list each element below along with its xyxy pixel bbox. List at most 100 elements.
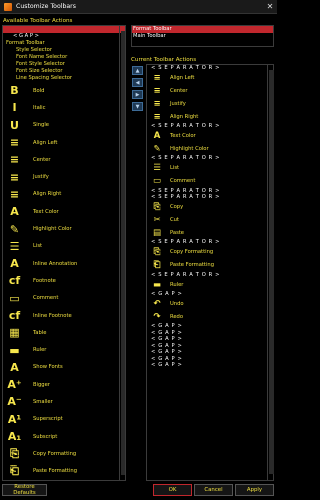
left-scrollbar[interactable] xyxy=(119,25,125,481)
redo-icon: ↷ xyxy=(153,311,161,322)
action-label: Comment xyxy=(33,295,59,302)
available-actions-list[interactable]: < G A P > Format Toolbar Style Selector F… xyxy=(2,25,126,481)
available-action-item[interactable]: I Italic xyxy=(3,99,125,116)
align-left-icon: ≡ xyxy=(9,136,20,150)
selector-item[interactable]: Style Selector xyxy=(3,47,125,54)
available-action-item[interactable]: ≡ Align Left xyxy=(3,134,125,151)
action-label: Align Left xyxy=(170,74,195,81)
action-label: Bigger xyxy=(33,381,50,388)
available-action-item[interactable]: ☰ List xyxy=(3,238,125,255)
action-label: Highlight Color xyxy=(33,226,72,233)
selector-item[interactable]: Font Size Selector xyxy=(3,68,125,75)
align-left-icon: ≡ xyxy=(153,72,161,83)
current-action-item[interactable]: ≡ Align Right xyxy=(147,110,273,123)
available-action-item[interactable]: A¹ Superscript xyxy=(3,411,125,428)
action-label: Comment xyxy=(170,178,196,185)
move-right-icon[interactable]: ▶ xyxy=(132,90,143,99)
action-label: Paste Formatting xyxy=(33,468,77,475)
current-action-item[interactable]: ≡ Center xyxy=(147,84,273,97)
gap-item[interactable]: < G A P > xyxy=(3,33,125,40)
current-actions-list[interactable]: < S E P A R A T O R > ≡ Align Left ≡ Center ≡… xyxy=(146,64,274,481)
category-format-toolbar: Format Toolbar xyxy=(6,40,45,46)
align-right-icon: ≡ xyxy=(9,187,20,201)
action-label: Smaller xyxy=(33,398,53,405)
toolbar-item-format[interactable]: Format Toolbar xyxy=(132,26,273,33)
current-action-item[interactable]: ≡ Justify xyxy=(147,97,273,110)
selector-item[interactable]: Line Spacing Selector xyxy=(3,75,125,82)
subscript-icon: A₁ xyxy=(7,430,22,444)
available-action-item[interactable]: ▦ Table xyxy=(3,324,125,341)
available-action-item[interactable]: A Text Color xyxy=(3,203,125,220)
available-action-item[interactable]: ΣMathType Equation xyxy=(3,480,125,481)
move-up-icon[interactable]: ▲ xyxy=(132,66,143,75)
current-action-item[interactable]: ⎘ Copy Formatting xyxy=(147,246,273,259)
available-action-item[interactable]: ≡ Justify xyxy=(3,168,125,185)
current-action-item[interactable]: ▤ Paste xyxy=(147,226,273,239)
action-label: Paste Formatting xyxy=(170,262,214,269)
selected-row[interactable] xyxy=(3,26,125,33)
restore-defaults-button[interactable]: Restore Defaults xyxy=(2,484,47,496)
action-label: Redo xyxy=(170,313,184,320)
selector-item[interactable]: Font Style Selector xyxy=(3,61,125,68)
action-label: Align Left xyxy=(33,139,58,146)
available-action-item[interactable]: A₁ Subscript xyxy=(3,428,125,445)
inline-footnote-icon: cf xyxy=(8,309,21,322)
fonts-icon: A xyxy=(10,360,19,374)
footnote-icon: cf xyxy=(8,274,21,288)
available-action-item[interactable]: ≡ Align Right xyxy=(3,186,125,203)
justify-icon: ≡ xyxy=(9,170,20,184)
list-icon: ☰ xyxy=(153,163,161,174)
align-center-icon: ≡ xyxy=(9,153,20,167)
current-action-item[interactable]: ↶ Undo xyxy=(147,297,273,310)
available-action-item[interactable]: ≡ Center xyxy=(3,151,125,168)
cancel-button[interactable]: Cancel xyxy=(194,484,233,496)
action-label: Copy xyxy=(170,204,184,211)
available-action-item[interactable]: ⎗ Paste Formatting xyxy=(3,463,125,480)
available-action-item[interactable]: U Single xyxy=(3,117,125,134)
available-action-item[interactable]: A⁺ Bigger xyxy=(3,376,125,393)
available-action-item[interactable]: ✎ Highlight Color xyxy=(3,220,125,237)
current-action-item[interactable]: ⎘ Copy xyxy=(147,201,273,214)
toolbar-list[interactable]: Format Toolbar Main Toolbar xyxy=(131,25,274,47)
move-left-icon[interactable]: ◀ xyxy=(132,78,143,87)
close-icon[interactable]: ✕ xyxy=(263,0,277,14)
action-label: Single xyxy=(33,122,49,129)
available-action-item[interactable]: A Show Fonts xyxy=(3,359,125,376)
current-action-item[interactable]: ✎ Highlight Color xyxy=(147,142,273,155)
separator-item[interactable]: < G A P > xyxy=(147,362,273,369)
underline-icon: U xyxy=(10,118,19,132)
superscript-icon: A¹ xyxy=(7,412,22,426)
action-label: Inline Annotation xyxy=(33,260,78,267)
move-down-icon[interactable]: ▼ xyxy=(132,102,143,111)
current-action-item[interactable]: ✂ Cut xyxy=(147,214,273,227)
action-label: Copy Formatting xyxy=(33,450,77,457)
available-action-item[interactable]: cf Inline Footnote xyxy=(3,307,125,324)
available-action-item[interactable]: ▭ Comment xyxy=(3,290,125,307)
current-action-item[interactable]: ▭ Comment xyxy=(147,175,273,188)
inline-annotation-icon: A xyxy=(10,257,19,271)
selector-item[interactable]: Font Name Selector xyxy=(3,54,125,61)
current-action-item[interactable]: ☰ List xyxy=(147,162,273,175)
left-scroll-thumb[interactable] xyxy=(121,31,125,475)
copy-icon: ⎘ xyxy=(153,202,161,213)
action-label: Text Color xyxy=(170,133,196,139)
right-scrollbar[interactable] xyxy=(267,64,274,481)
available-action-item[interactable]: ▬ Ruler xyxy=(3,341,125,358)
ok-button[interactable]: OK xyxy=(153,484,192,496)
current-action-item[interactable]: ▬ Ruler xyxy=(147,278,273,291)
current-action-item[interactable]: ≡ Align Left xyxy=(147,72,273,85)
current-action-item[interactable]: ↷ Redo xyxy=(147,310,273,323)
apply-button[interactable]: Apply xyxy=(235,484,274,496)
available-action-item[interactable]: ⎘ Copy Formatting xyxy=(3,445,125,462)
right-scroll-thumb[interactable] xyxy=(269,70,274,474)
available-action-item[interactable]: B Bold xyxy=(3,82,125,99)
toolbar-item-main[interactable]: Main Toolbar xyxy=(132,33,273,40)
current-action-item[interactable]: ⎗ Paste Formatting xyxy=(147,259,273,272)
copy-formatting-icon: ⎘ xyxy=(153,247,161,258)
available-action-item[interactable]: A⁻ Smaller xyxy=(3,393,125,410)
current-actions-heading: Current Toolbar Actions xyxy=(131,57,197,63)
action-label: Bold xyxy=(33,87,45,94)
current-action-item[interactable]: A Text Color xyxy=(147,130,273,143)
available-action-item[interactable]: A Inline Annotation xyxy=(3,255,125,272)
available-action-item[interactable]: cf Footnote xyxy=(3,272,125,289)
